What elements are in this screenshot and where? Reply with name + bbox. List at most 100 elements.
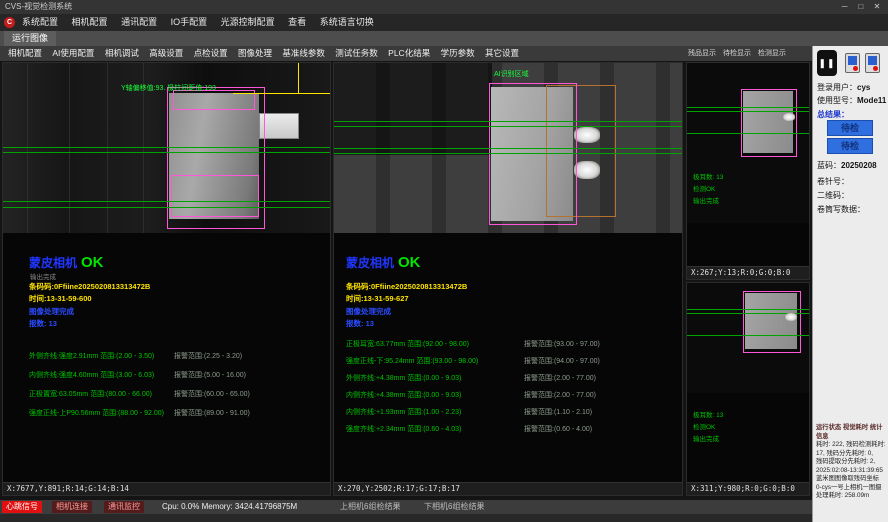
lower-camera-result-status: 下相机6组检结果 [424, 501, 484, 513]
weld-highlight [785, 313, 797, 321]
alarm-range-text: 报警范围:(2.00 - 77.00) [524, 390, 596, 400]
tb-image-process[interactable]: 图像处理 [238, 46, 272, 61]
window-title: CVS-视觉检测系统 [5, 2, 72, 11]
small-view-info: 输出完成 [693, 433, 719, 443]
overlay-measure-line [3, 147, 330, 148]
camera-image-right[interactable]: AI识别区域 [334, 63, 682, 233]
pixel-coords-left: X:7677,Y:891;R:14;G:14;B:14 [3, 482, 330, 495]
time-text: 时间:13-31-59-600 [29, 293, 92, 304]
pixel-coords-small-bottom: X:311;Y:980;R:0;G:0;B:0 [687, 482, 809, 495]
overlay-measure-line [687, 133, 809, 134]
measurement-row: 强度正线-上P90.56mm 范围:(88.00 - 92.00) 报警范围:(… [29, 408, 326, 420]
label-defect-display[interactable]: 残品显示 [688, 50, 716, 57]
model-row: 使用型号：Mode11 [817, 95, 886, 106]
menu-io-config[interactable]: IO手配置 [171, 14, 208, 31]
measurement-row: 外侧齐线:强度2.91mm 范围:(2.00 - 3.50) 报警范围:(2.2… [29, 351, 326, 363]
menu-bar: C 系统配置 相机配置 通讯配置 IO手配置 光源控制配置 查看 系统语言切换 [0, 14, 888, 31]
camera-monitor-1-icon[interactable] [845, 53, 860, 73]
tb-camera-debug[interactable]: 相机调试 [105, 46, 139, 61]
menu-camera-config[interactable]: 相机配置 [72, 14, 108, 31]
main-content: Y轴偏移值:93. 极柱间距值:193 蒙皮相机OK 输出完成 条码码:0Ffi… [0, 61, 812, 500]
measurement-row: 强度正线-下:95.24mm 范围:(93.00 - 98.00) 报警范围:(… [346, 356, 678, 368]
small-view-info: 检测OK [693, 183, 715, 193]
tb-camera-config[interactable]: 相机配置 [8, 46, 42, 61]
camera-image-small-bottom[interactable] [687, 283, 809, 393]
pause-button[interactable]: ❚❚ [817, 50, 837, 76]
menu-light-config[interactable]: 光源控制配置 [221, 14, 275, 31]
camera-view-small-top[interactable]: 极耳数: 13 检测OK 输出完成 X:267;Y:13;R:0;G:0;B:0 [686, 62, 810, 280]
tab-run-image[interactable]: 运行图像 [4, 31, 56, 46]
measurement-text: 强度正线-下:95.24mm 范围:(93.00 - 98.00) [346, 358, 478, 365]
alarm-range-text: 报警范围:(89.00 - 91.00) [174, 408, 250, 418]
weld-highlight [783, 113, 795, 121]
window-minimize-icon[interactable]: ─ [838, 0, 852, 14]
overlay-measure-line [3, 207, 330, 208]
tb-spot-check[interactable]: 点检设置 [194, 46, 228, 61]
overlay-measure-line [334, 148, 682, 149]
stats-line: 蓝米图图像取残码坐标 [816, 475, 887, 484]
tab-strip: 运行图像 [0, 31, 888, 46]
measurement-text: 正极耳宽:63.77mm 范围:(92.00 - 98.00) [346, 341, 469, 348]
overlay-yellow-line [233, 93, 330, 94]
tb-test-tasks[interactable]: 测试任务数 [335, 46, 378, 61]
tb-baseline-params[interactable]: 基准线参数 [282, 46, 325, 61]
overlay-yellow-line [298, 63, 299, 93]
window-controls: ─ □ ✕ [838, 0, 884, 14]
menu-system-config[interactable]: 系统配置 [22, 14, 58, 31]
panel-barcode-label: 蓝码： [817, 161, 841, 170]
alarm-range-text: 报警范围:(93.00 - 97.00) [524, 339, 600, 349]
stats-line: 17, 残码分先耗时: 0, [816, 450, 887, 459]
tab-connector-region [259, 113, 299, 139]
alarm-range-text: 报警范围:(5.00 - 16.00) [174, 370, 246, 380]
login-user-label: 登录用户： [817, 83, 857, 92]
result-box-2[interactable]: 待检 [827, 138, 873, 154]
window-close-icon[interactable]: ✕ [870, 0, 884, 14]
overlay-measure-line [687, 335, 809, 336]
measurement-text: 内侧齐线:+4.38mm 范围:(0.00 - 9.03) [346, 392, 461, 399]
result-box-1[interactable]: 待检 [827, 120, 873, 136]
roi-offset-text: Y轴偏移值:93. 极柱间距值:193 [121, 83, 216, 93]
menu-language-switch[interactable]: 系统语言切换 [320, 14, 374, 31]
camera-monitor-2-icon[interactable] [865, 53, 880, 73]
menu-comm-config[interactable]: 通讯配置 [121, 14, 157, 31]
overlay-roi-rect [741, 89, 797, 157]
tb-history-params[interactable]: 学历参数 [441, 46, 475, 61]
tb-advanced-settings[interactable]: 高级设置 [149, 46, 183, 61]
camera-view-small-bottom[interactable]: 极耳数: 13 检测OK 输出完成 X:311;Y:980;R:0;G:0;B:… [686, 282, 810, 496]
label-detect-display[interactable]: 检测显示 [758, 50, 786, 57]
measurement-row: 外侧齐线:+4.38mm 范围:(0.00 - 9.03) 报警范围:(2.00… [346, 373, 678, 385]
monitor-screen [868, 56, 877, 65]
small-view-info: 极耳数: 13 [693, 171, 723, 181]
barcode-text: 条码码:0Ffiine2025020813313472B [29, 281, 150, 292]
camera-view-right[interactable]: AI识别区域 蒙皮相机OK 条码码:0Ffiine202502081331347… [333, 62, 683, 496]
app-window: CVS-视觉检测系统 ─ □ ✕ C 系统配置 相机配置 通讯配置 IO手配置 … [0, 0, 888, 522]
label-pending-display[interactable]: 待检显示 [723, 50, 751, 57]
overlay-measure-line [334, 153, 682, 154]
camera-view-left[interactable]: Y轴偏移值:93. 极柱间距值:193 蒙皮相机OK 输出完成 条码码:0Ffi… [2, 62, 331, 496]
result-ok-label: OK [81, 254, 104, 271]
camera-link-indicator: 相机连接 [52, 501, 92, 513]
upper-camera-result-status: 上相机6组检结果 [340, 501, 400, 513]
tb-other-settings[interactable]: 其它设置 [485, 46, 519, 61]
comm-monitor-indicator: 通讯监控 [104, 501, 144, 513]
app-logo-icon: C [4, 17, 15, 28]
alarm-range-text: 报警范围:(94.00 - 97.00) [524, 356, 600, 366]
model-label: 使用型号： [817, 96, 857, 105]
measurement-row: 内侧齐线:+1.93mm 范围:(1.00 - 2.23) 报警范围:(1.10… [346, 407, 678, 419]
cpu-memory-status: Cpu: 0.0% Memory: 3424.41796875M [162, 501, 297, 513]
overlay-measure-line [334, 121, 682, 122]
overlay-roi-rect [171, 175, 259, 217]
window-maximize-icon[interactable]: □ [854, 0, 868, 14]
menu-view[interactable]: 查看 [288, 14, 306, 31]
tb-ai-config[interactable]: AI使用配置 [52, 46, 94, 61]
heartbeat-indicator: 心跳信号 [2, 501, 42, 513]
tb-plc-result[interactable]: PLC化结果 [388, 46, 430, 61]
overlay-measure-line [3, 201, 330, 202]
measurement-text: 外侧齐线:强度2.91mm 范围:(2.00 - 3.50) [29, 353, 154, 360]
stats-line: 残码提取分先耗时: 2, [816, 458, 887, 467]
stats-block: 运行状态 视觉耗时 统计信息 耗时: 222, 残码检测耗时: 17, 残码分先… [816, 424, 887, 501]
measurement-text: 内侧齐线:强度4.60mm 范围:(3.00 - 6.03) [29, 372, 154, 379]
camera-image-left[interactable]: Y轴偏移值:93. 极柱间距值:193 [3, 63, 330, 233]
measurement-row: 内侧齐线:强度4.60mm 范围:(3.00 - 6.03) 报警范围:(5.0… [29, 370, 326, 382]
pixel-coords-small-top: X:267;Y:13;R:0;G:0;B:0 [687, 266, 809, 279]
